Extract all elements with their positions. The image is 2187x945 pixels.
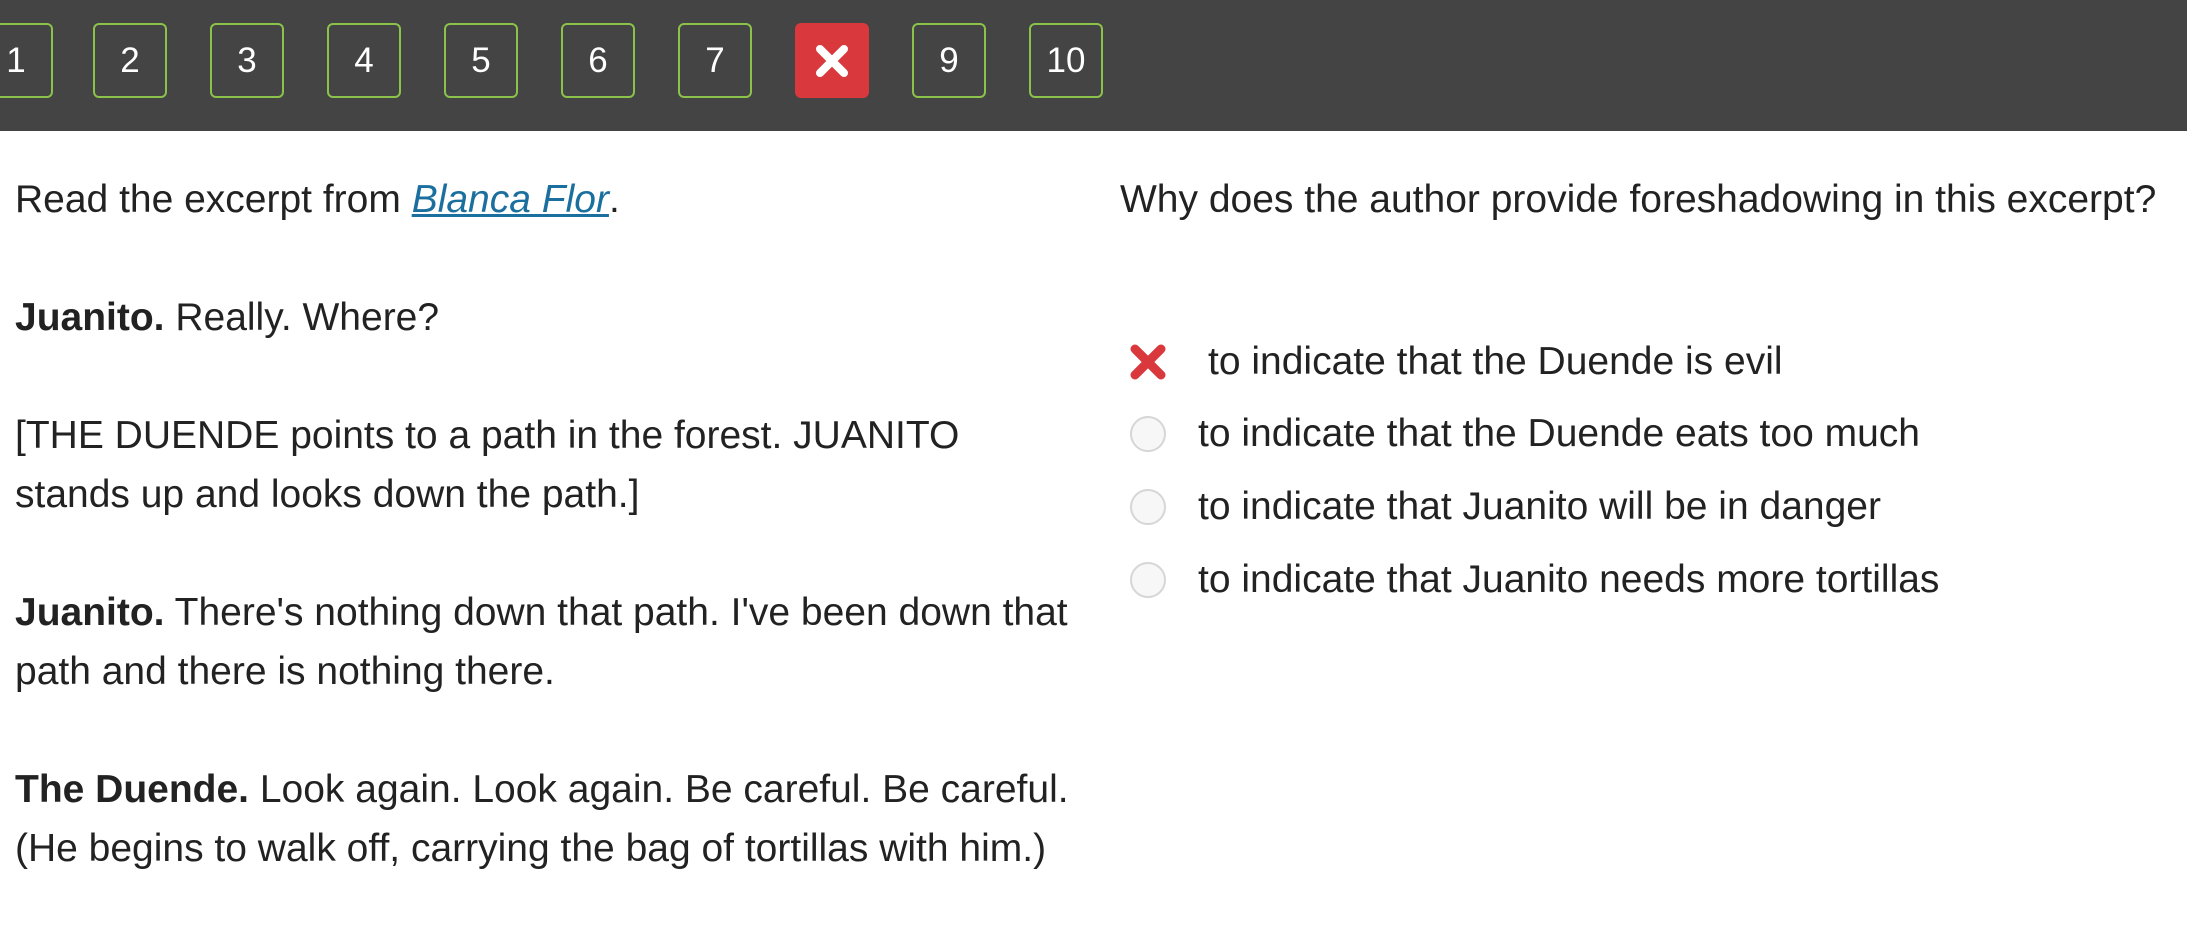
speaker-label: Juanito. bbox=[15, 591, 165, 634]
stage-direction-text: [THE DUENDE points to a path in the fore… bbox=[15, 414, 960, 516]
question-button-3[interactable]: 3 bbox=[210, 23, 284, 98]
question-button-1[interactable]: 1 bbox=[0, 23, 53, 98]
passage-intro: Read the excerpt from Blanca Flor. bbox=[15, 170, 1075, 229]
question-button-6[interactable]: 6 bbox=[561, 23, 635, 98]
answer-option-3[interactable]: to indicate that Juanito will be in dang… bbox=[1128, 477, 2128, 537]
radio-button[interactable] bbox=[1130, 489, 1166, 525]
question-nav-bar: 1 2 3 4 5 6 7 9 10 bbox=[0, 0, 2187, 131]
answer-option-text: to indicate that the Duende eats too muc… bbox=[1198, 412, 1920, 455]
answer-option-text: to indicate that Juanito will be in dang… bbox=[1198, 485, 1881, 528]
radio-button[interactable] bbox=[1130, 416, 1166, 452]
question-button-7[interactable]: 7 bbox=[678, 23, 752, 98]
question-prompt: Why does the author provide foreshadowin… bbox=[1120, 178, 2157, 221]
passage-intro-period: . bbox=[608, 178, 620, 221]
answer-option-1[interactable]: to indicate that the Duende is evil bbox=[1128, 332, 2128, 392]
question-button-4[interactable]: 4 bbox=[327, 23, 401, 98]
incorrect-x-icon bbox=[1130, 344, 1166, 380]
answer-option-2[interactable]: to indicate that the Duende eats too muc… bbox=[1128, 404, 2128, 464]
x-icon bbox=[816, 44, 848, 77]
dialogue-text: There's nothing down that path. I've bee… bbox=[15, 591, 1068, 693]
dialogue-text: Really. Where? bbox=[164, 296, 440, 339]
passage-intro-text: Read the excerpt from bbox=[15, 178, 412, 221]
source-title-link[interactable]: Blanca Flor bbox=[412, 178, 609, 221]
passage-line-2: [THE DUENDE points to a path in the fore… bbox=[15, 406, 1075, 524]
passage-line-4: The Duende. Look again. Look again. Be c… bbox=[15, 760, 1075, 878]
passage-line-1: Juanito. Really. Where? bbox=[15, 288, 1075, 347]
question-button-8-incorrect[interactable] bbox=[795, 23, 869, 98]
question-button-2[interactable]: 2 bbox=[93, 23, 167, 98]
answer-option-text: to indicate that the Duende is evil bbox=[1208, 340, 1783, 383]
passage-panel: Read the excerpt from Blanca Flor. Juani… bbox=[15, 170, 1075, 878]
radio-button[interactable] bbox=[1130, 562, 1166, 598]
answer-option-text: to indicate that Juanito needs more tort… bbox=[1198, 558, 1940, 601]
speaker-label: The Duende. bbox=[15, 768, 250, 811]
passage-line-3: Juanito. There's nothing down that path.… bbox=[15, 583, 1075, 701]
question-button-9[interactable]: 9 bbox=[912, 23, 986, 98]
speaker-label: Juanito. bbox=[15, 296, 165, 339]
question-button-5[interactable]: 5 bbox=[444, 23, 518, 98]
answer-option-4[interactable]: to indicate that Juanito needs more tort… bbox=[1128, 550, 2128, 610]
question-button-10[interactable]: 10 bbox=[1029, 23, 1103, 98]
